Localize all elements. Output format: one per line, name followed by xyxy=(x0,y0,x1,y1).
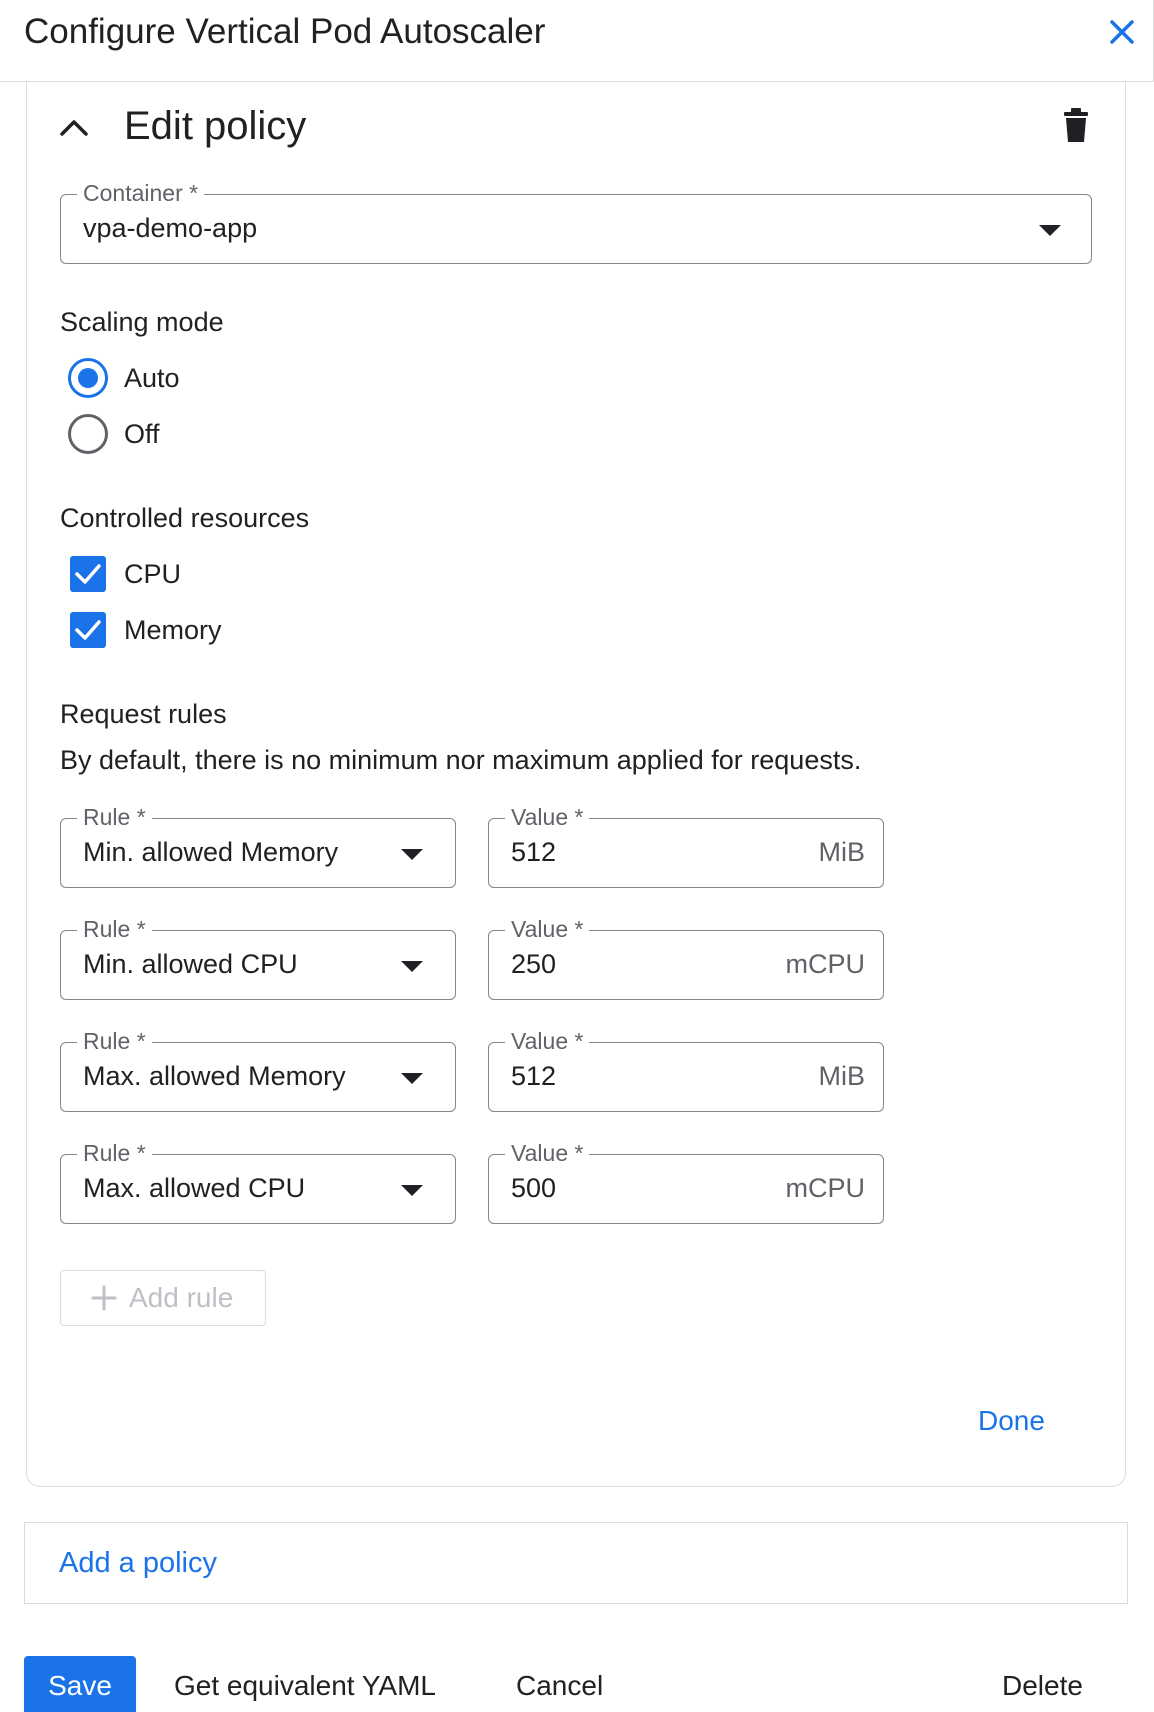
add-policy-link[interactable]: Add a policy xyxy=(59,1545,217,1581)
rule-value: Max. allowed Memory xyxy=(83,1061,346,1091)
checkbox-cpu-label: CPU xyxy=(124,559,182,589)
scaling-mode-label: Scaling mode xyxy=(60,307,224,337)
radio-off-label: Off xyxy=(124,419,160,449)
add-rule-button[interactable]: Add rule xyxy=(60,1270,266,1326)
radio-auto[interactable] xyxy=(68,358,108,398)
dropdown-arrow-icon xyxy=(401,1073,423,1084)
panel-title: Configure Vertical Pod Autoscaler xyxy=(24,12,546,51)
value-unit: MiB xyxy=(818,837,866,867)
rule-value: Min. allowed CPU xyxy=(83,949,298,979)
rule-select[interactable]: Rule * Min. allowed CPU xyxy=(60,916,456,1000)
plus-icon xyxy=(91,1285,117,1311)
checkbox-memory-label: Memory xyxy=(124,615,222,645)
value-text: 512 xyxy=(511,837,557,867)
value-unit: mCPU xyxy=(785,1173,866,1203)
dropdown-arrow-icon xyxy=(401,1185,423,1196)
get-yaml-button[interactable]: Get equivalent YAML xyxy=(174,1668,436,1704)
value-input[interactable]: Value * 512 MiB xyxy=(488,1028,884,1112)
container-select[interactable]: Container * vpa-demo-app xyxy=(60,180,1092,264)
rule-select[interactable]: Rule * Min. allowed Memory xyxy=(60,804,456,888)
cancel-button[interactable]: Cancel xyxy=(516,1668,603,1704)
panel-header: Configure Vertical Pod Autoscaler xyxy=(0,0,1154,82)
delete-button[interactable]: Delete xyxy=(1002,1668,1083,1704)
value-text: 250 xyxy=(511,949,557,979)
policy-title: Edit policy xyxy=(124,104,307,148)
done-button[interactable]: Done xyxy=(978,1403,1045,1439)
value-input[interactable]: Value * 500 mCPU xyxy=(488,1140,884,1224)
checkbox-cpu[interactable] xyxy=(70,556,106,592)
value-input[interactable]: Value * 512 MiB xyxy=(488,804,884,888)
value-unit: mCPU xyxy=(785,949,866,979)
trash-icon[interactable] xyxy=(1060,108,1092,144)
checkbox-memory[interactable] xyxy=(70,612,106,648)
rule-select[interactable]: Rule * Max. allowed CPU xyxy=(60,1140,456,1224)
checkmark-icon xyxy=(75,564,101,584)
add-policy-section: Add a policy xyxy=(24,1522,1128,1604)
value-unit: MiB xyxy=(818,1061,866,1091)
dropdown-arrow-icon xyxy=(1039,225,1061,236)
request-rules-label: Request rules xyxy=(60,699,227,729)
container-value: vpa-demo-app xyxy=(83,213,258,243)
value-text: 500 xyxy=(511,1173,557,1203)
dropdown-arrow-icon xyxy=(401,849,423,860)
radio-auto-label: Auto xyxy=(124,363,180,393)
vpa-config-panel: Configure Vertical Pod Autoscaler Edit p… xyxy=(0,0,1154,1712)
close-icon[interactable] xyxy=(1100,10,1144,54)
controlled-resources-label: Controlled resources xyxy=(60,503,310,533)
rule-value: Max. allowed CPU xyxy=(83,1173,306,1203)
rule-select[interactable]: Rule * Max. allowed Memory xyxy=(60,1028,456,1112)
value-text: 512 xyxy=(511,1061,557,1091)
value-input[interactable]: Value * 250 mCPU xyxy=(488,916,884,1000)
chevron-up-icon[interactable] xyxy=(56,110,92,146)
request-rules-helper: By default, there is no minimum nor maxi… xyxy=(60,745,862,775)
radio-off[interactable] xyxy=(68,414,108,454)
rule-value: Min. allowed Memory xyxy=(83,837,339,867)
save-button[interactable]: Save xyxy=(24,1656,136,1712)
checkmark-icon xyxy=(75,620,101,640)
dropdown-arrow-icon xyxy=(401,961,423,972)
add-rule-label: Add rule xyxy=(129,1282,234,1313)
